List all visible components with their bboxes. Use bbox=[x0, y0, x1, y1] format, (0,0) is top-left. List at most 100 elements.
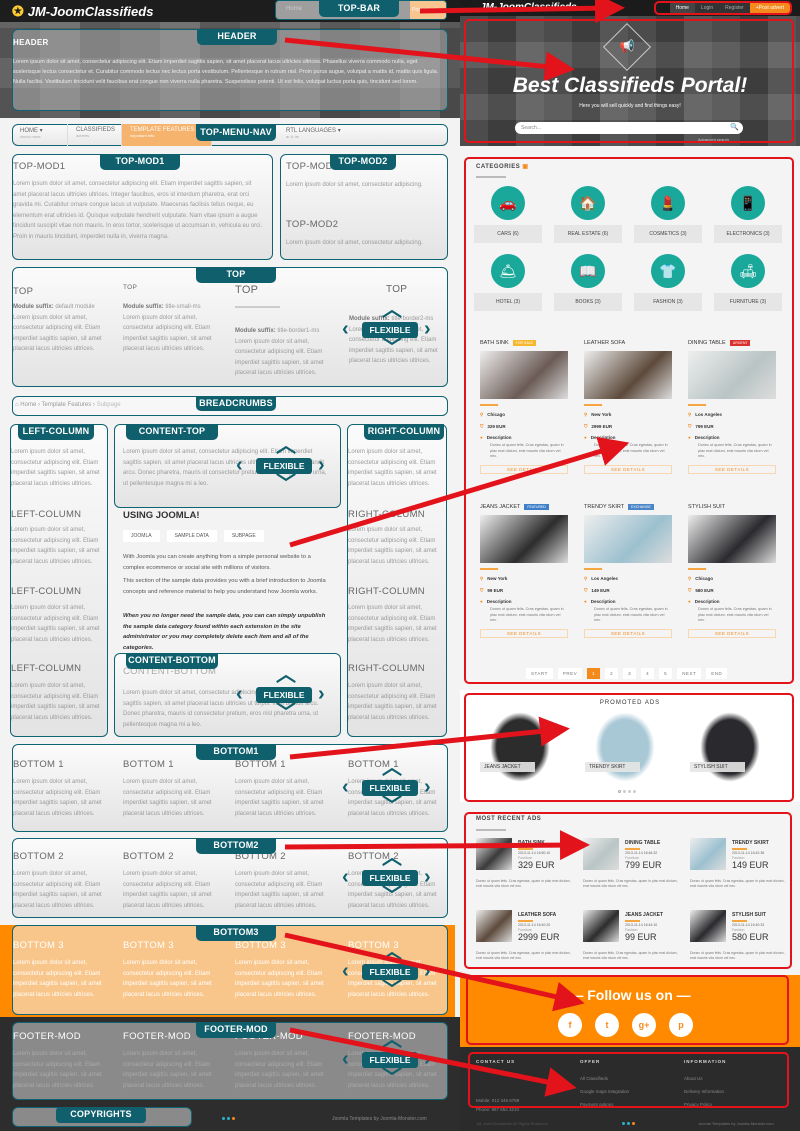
listing-title[interactable]: TRENDY SKIRT bbox=[584, 504, 624, 510]
page-link[interactable]: NEXT bbox=[677, 668, 702, 679]
top-mod1-text: Lorem ipsum dolor sit amet, consectetur … bbox=[13, 181, 263, 240]
tag-left-column: LEFT-COLUMN bbox=[18, 424, 94, 440]
recent-ad[interactable]: BATH SINK 2013-11-14 16:50:10 Furniture … bbox=[476, 838, 576, 908]
recent-ad[interactable]: STYLISH SUIT 2013-11-14 16:40:33 Fashion… bbox=[690, 910, 790, 980]
tag-joomla[interactable]: JOOMLA bbox=[123, 530, 160, 542]
promoted-item[interactable]: JEANS JACKET bbox=[480, 712, 560, 782]
site-logo[interactable]: JM-JoomClassifieds bbox=[480, 2, 577, 13]
recent-image bbox=[690, 910, 726, 942]
left-logo[interactable]: ✪ JM-JoomClassifieds bbox=[12, 3, 153, 20]
tag-subpage[interactable]: SUBPAGE bbox=[223, 530, 264, 542]
tag-bottom1: BOTTOM1 bbox=[196, 744, 276, 760]
listing-card: LEATHER SOFA ⚲ New York ⛉ 2999 EUR ● Descri… bbox=[584, 338, 672, 474]
top-title-2: TOP bbox=[123, 284, 138, 291]
recent-desc: Donec ut quam felis. Cras egestas, quam … bbox=[476, 951, 571, 960]
listing-title[interactable]: DINING TABLE bbox=[688, 340, 726, 346]
tag-breadcrumbs: BREADCRUMBS bbox=[196, 396, 276, 411]
recent-desc: Donec ut quam felis. Cras egestas, quam … bbox=[690, 951, 785, 960]
recent-ad[interactable]: TRENDY SKIRT 2013-11-14 16:42:38 Fashion… bbox=[690, 838, 790, 908]
breadcrumb-template-features[interactable]: Template Features bbox=[42, 402, 92, 408]
listing-badge: URGENT bbox=[729, 340, 751, 346]
page-link[interactable]: 3 bbox=[623, 668, 637, 679]
listing-desc: Donec ut quam felis. Cras egestas, quam … bbox=[698, 443, 772, 458]
breadcrumb-subpage: Subpage bbox=[96, 402, 121, 408]
right-col-text-3: Lorem ipsum dolor sit amet, consectetur … bbox=[348, 605, 437, 643]
listing-image[interactable] bbox=[688, 515, 776, 563]
category-tile[interactable]: 📱 ELECTRONICS (3) bbox=[714, 186, 782, 243]
page-link[interactable]: START bbox=[526, 668, 553, 679]
recent-title: TRENDY SKIRT bbox=[732, 840, 769, 846]
page-link[interactable]: END bbox=[706, 668, 728, 679]
see-details-button[interactable]: SEE DETAILS bbox=[688, 628, 776, 638]
flexible-indicator: ︿ ‹ FLEXIBLE › ﹀ bbox=[342, 847, 431, 907]
listing-image[interactable] bbox=[480, 515, 568, 563]
page-link[interactable]: 5 bbox=[659, 668, 673, 679]
recent-desc: Donec ut quam felis. Cras egestas, quam … bbox=[583, 879, 678, 888]
listing-desc: Donec ut quam felis. Cras egestas, quam … bbox=[490, 607, 564, 622]
see-details-button[interactable]: SEE DETAILS bbox=[688, 464, 776, 474]
category-icon: 👕 bbox=[651, 254, 685, 288]
listing-image[interactable] bbox=[688, 351, 776, 399]
menu-item-classifieds[interactable]: CLASSIFIEDS adverts bbox=[68, 124, 122, 146]
top-mod1-title: TOP-MOD1 bbox=[13, 161, 66, 172]
category-tile[interactable]: 👕 FASHION (3) bbox=[634, 254, 702, 311]
arrow-left-icon: ‹ bbox=[342, 318, 349, 340]
category-label: ELECTRONICS (3) bbox=[714, 225, 782, 243]
header-text: Lorem ipsum dolor sit amet, consectetur … bbox=[13, 59, 439, 85]
menu-item-home[interactable]: HOME ▾ check more bbox=[12, 124, 68, 146]
price-tag-icon: ⛉ bbox=[480, 424, 484, 429]
listing-title[interactable]: LEATHER SOFA bbox=[584, 340, 625, 346]
category-tile[interactable]: 🛎 HOTEL (3) bbox=[474, 254, 542, 311]
category-icon: 💄 bbox=[651, 186, 685, 220]
listing-title[interactable]: STYLISH SUIT bbox=[688, 504, 725, 510]
category-tile[interactable]: 💄 COSMETICS (3) bbox=[634, 186, 702, 243]
listing-image[interactable] bbox=[480, 351, 568, 399]
see-details-button[interactable]: SEE DETAILS bbox=[584, 464, 672, 474]
left-col-text-4: Lorem ipsum dolor sit amet, consectetur … bbox=[11, 683, 100, 721]
see-details-button[interactable]: SEE DETAILS bbox=[480, 464, 568, 474]
menu-item-rtl-languages[interactable]: RTL LANGUAGES ▾ ar & he bbox=[278, 124, 358, 146]
advanced-search-link[interactable]: Advanced search bbox=[698, 137, 729, 142]
see-details-button[interactable]: SEE DETAILS bbox=[480, 628, 568, 638]
megaphone-icon: 📢 bbox=[619, 38, 635, 53]
tag-topbar: TOP-BAR bbox=[319, 0, 399, 17]
category-tile[interactable]: 🏠 REAL ESTATE (6) bbox=[554, 186, 622, 243]
bottom3-text-1: Lorem ipsum dolor sit amet, consectetur … bbox=[13, 960, 102, 998]
listing-title[interactable]: BATH SINK bbox=[480, 340, 509, 346]
category-tile[interactable]: 🛋 FURNITURE (3) bbox=[714, 254, 782, 311]
promoted-item[interactable]: STYLISH SUIT bbox=[690, 712, 770, 782]
page-link[interactable]: 4 bbox=[641, 668, 655, 679]
page-link[interactable]: 1 bbox=[587, 668, 601, 679]
recent-image bbox=[583, 838, 619, 870]
listing-image[interactable] bbox=[584, 515, 672, 563]
search-icon: 🔍 bbox=[730, 124, 739, 131]
recent-ad[interactable]: LEATHER SOFA 2013-11-14 16:40:20 Furnitu… bbox=[476, 910, 576, 980]
recent-price: 799 EUR bbox=[625, 860, 662, 870]
right-col-title-2: RIGHT-COLUMN bbox=[348, 509, 425, 520]
tag-right-column: RIGHT-COLUMN bbox=[364, 424, 444, 440]
page-link[interactable]: 2 bbox=[605, 668, 619, 679]
breadcrumb: ⌂ Home › Template Features › Subpage bbox=[15, 402, 121, 408]
recent-ad[interactable]: DINING TABLE 2013-11-14 16:46:32 Furnitu… bbox=[583, 838, 683, 908]
tag-bottom2: BOTTOM2 bbox=[196, 838, 276, 854]
see-details-button[interactable]: SEE DETAILS bbox=[584, 628, 672, 638]
rss-icon: ▣ bbox=[522, 164, 529, 170]
category-tile[interactable]: 🚗 CARS (6) bbox=[474, 186, 542, 243]
breadcrumb-home[interactable]: Home bbox=[20, 402, 36, 408]
promoted-item[interactable]: TRENDY SKIRT bbox=[585, 712, 665, 782]
page-link[interactable]: PREV bbox=[557, 668, 583, 679]
recent-date: 2013-11-14 16:40:33 bbox=[732, 923, 765, 927]
tag-sample-data[interactable]: SAMPLE DATA bbox=[166, 530, 217, 542]
top-title-4: TOP bbox=[386, 284, 408, 295]
category-icon: 🛎 bbox=[491, 254, 525, 288]
location-icon: ⚲ bbox=[584, 576, 588, 581]
category-tile[interactable]: 📖 BOOKS (3) bbox=[554, 254, 622, 311]
listing-image[interactable] bbox=[584, 351, 672, 399]
recent-ad[interactable]: JEANS JACKET 2013-11-14 16:44:10 Fashion… bbox=[583, 910, 683, 980]
right-col-text-1: Lorem ipsum dolor sit amet, consectetur … bbox=[348, 449, 437, 487]
recent-price: 2999 EUR bbox=[518, 932, 560, 942]
search-input[interactable]: Search... 🔍 bbox=[515, 122, 743, 134]
left-col-title-2: LEFT-COLUMN bbox=[11, 509, 82, 520]
flexible-indicator: ︿ ‹ FLEXIBLE › ﹀ bbox=[342, 941, 431, 1001]
listing-title[interactable]: JEANS JACKET bbox=[480, 504, 520, 510]
